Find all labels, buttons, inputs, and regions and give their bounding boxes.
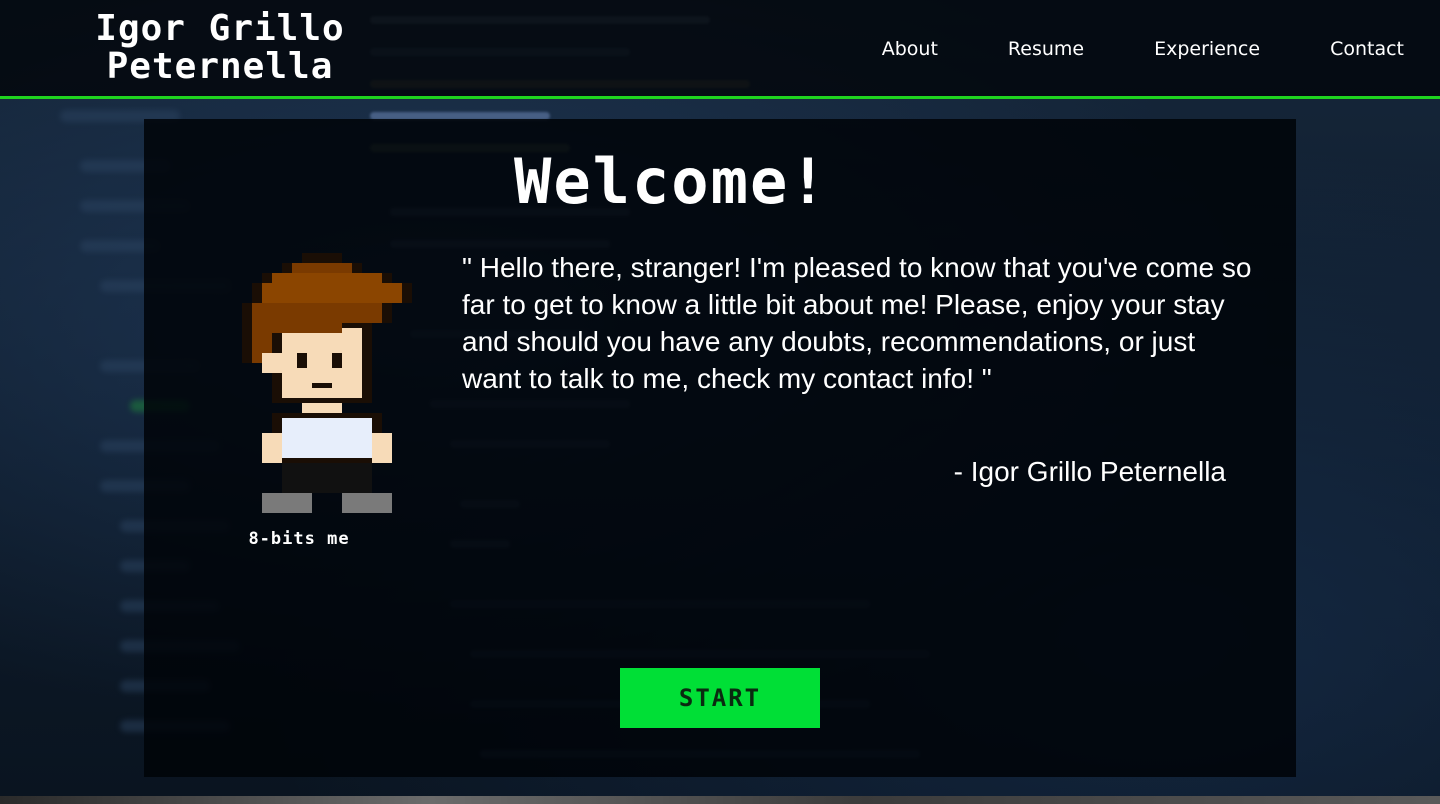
brand-line-2: Peternella (106, 46, 334, 87)
nav-link-about[interactable]: About (882, 36, 938, 62)
main-nav: About Resume Experience Contact (882, 36, 1404, 62)
brand-line-1: Igor Grillo (95, 8, 345, 49)
welcome-heading: Welcome! (514, 145, 829, 218)
welcome-quote: " Hello there, stranger! I'm pleased to … (462, 252, 1252, 394)
avatar-caption: 8-bits me (248, 529, 350, 549)
site-logo-title[interactable]: Igor Grillo Peternella (50, 10, 390, 86)
site-header: Igor Grillo Peternella About Resume Expe… (0, 0, 1440, 99)
nav-link-experience[interactable]: Experience (1084, 36, 1260, 62)
nav-link-contact[interactable]: Contact (1260, 36, 1404, 62)
nav-link-resume[interactable]: Resume (938, 36, 1084, 62)
quote-author: - Igor Grillo Peternella (953, 456, 1226, 487)
start-button[interactable]: START (620, 668, 820, 728)
welcome-panel: Welcome! 8-bits me " Hello there, strang… (144, 119, 1296, 777)
background-bottom-strip (0, 796, 1440, 804)
pixel-avatar-image (242, 253, 412, 513)
